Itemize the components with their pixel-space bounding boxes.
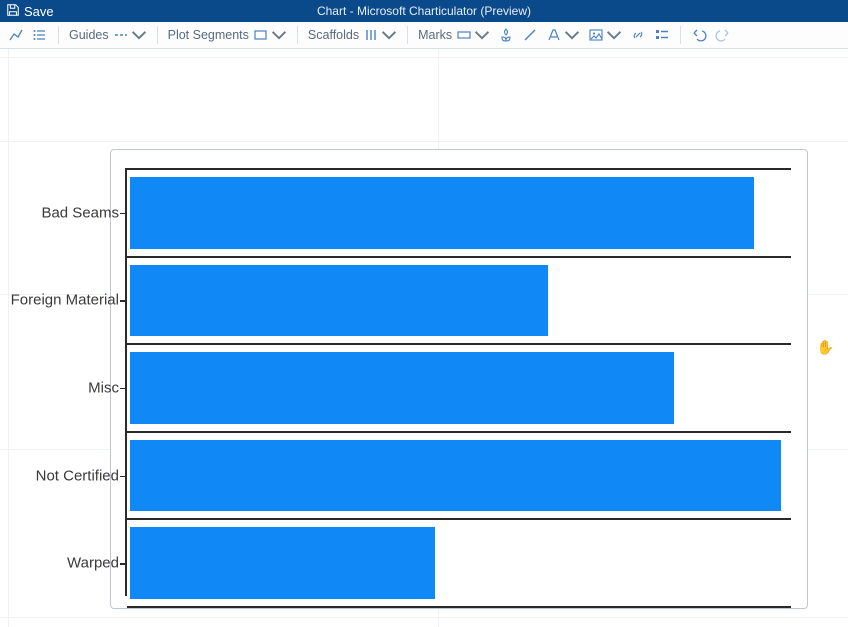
tool-line[interactable] <box>4 24 28 46</box>
chevron-down-icon <box>381 27 397 43</box>
category-label: Bad Seams <box>41 204 119 221</box>
tool-diagonal[interactable] <box>518 24 542 46</box>
scaffolds-label: Scaffolds <box>308 28 359 42</box>
guides-dropdown[interactable]: Guides <box>65 24 151 46</box>
plot-segments-label: Plot Segments <box>168 28 249 42</box>
marks-label: Marks <box>418 28 452 42</box>
save-button[interactable]: Save <box>0 0 60 22</box>
rectangle-icon <box>253 27 269 43</box>
tool-text[interactable] <box>542 24 584 46</box>
bar[interactable] <box>130 352 674 424</box>
category-label: Warped <box>67 555 119 572</box>
tool-link[interactable] <box>626 24 650 46</box>
plot-segments-dropdown[interactable]: Plot Segments <box>164 24 291 46</box>
chart-row: Warped <box>127 518 791 608</box>
chevron-down-icon <box>474 27 490 43</box>
title-bar: Save Chart - Microsoft Charticulator (Pr… <box>0 0 848 22</box>
tool-legend[interactable] <box>650 24 674 46</box>
category-label: Not Certified <box>36 467 119 484</box>
guides-label: Guides <box>69 28 109 42</box>
bar[interactable] <box>130 177 754 249</box>
chart-row: Foreign Material <box>127 256 791 344</box>
canvas[interactable]: ✋ Bad SeamsForeign MaterialMiscNot Certi… <box>0 49 848 627</box>
scaffolds-dropdown[interactable]: Scaffolds <box>304 24 401 46</box>
rect-mark-icon <box>456 27 472 43</box>
marks-dropdown[interactable]: Marks <box>414 24 494 46</box>
grab-cursor-icon: ✋ <box>817 339 834 356</box>
chart-row: Bad Seams <box>127 168 791 256</box>
save-label: Save <box>24 4 54 19</box>
chart-row: Misc <box>127 343 791 431</box>
columns-icon <box>363 27 379 43</box>
tool-image[interactable] <box>584 24 626 46</box>
undo-button[interactable] <box>687 24 711 46</box>
chevron-down-icon <box>131 27 147 43</box>
chart-row: Not Certified <box>127 431 791 519</box>
bar[interactable] <box>130 440 781 512</box>
redo-button[interactable] <box>711 24 735 46</box>
bar[interactable] <box>130 265 548 337</box>
save-icon <box>6 3 24 20</box>
chevron-down-icon <box>564 27 580 43</box>
chart-frame[interactable]: Bad SeamsForeign MaterialMiscNot Certifi… <box>110 149 808 609</box>
chart-plot[interactable]: Bad SeamsForeign MaterialMiscNot Certifi… <box>125 168 791 596</box>
app-title: Chart - Microsoft Charticulator (Preview… <box>317 4 531 18</box>
bar[interactable] <box>130 527 435 599</box>
tool-symbol[interactable] <box>494 24 518 46</box>
toolbar: Guides Plot Segments Scaffolds Marks <box>0 22 848 49</box>
chevron-down-icon <box>271 27 287 43</box>
tool-list[interactable] <box>28 24 52 46</box>
guides-glyph-icon <box>113 27 129 43</box>
chevron-down-icon <box>606 27 622 43</box>
category-label: Misc <box>88 379 119 396</box>
category-label: Foreign Material <box>11 292 119 309</box>
